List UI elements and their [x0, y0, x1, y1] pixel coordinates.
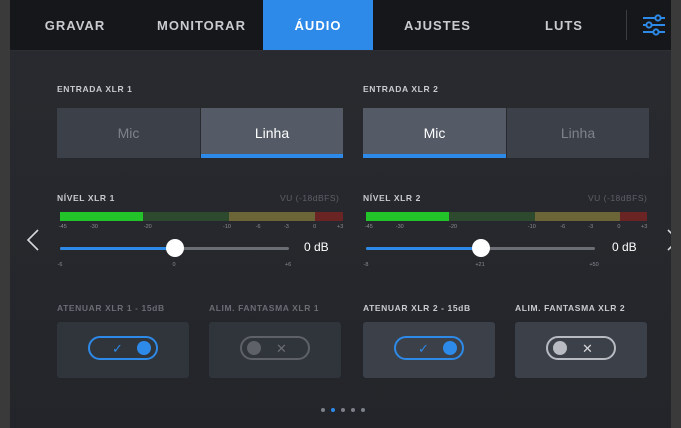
xlr2-attenuate-toggle[interactable]: ✓: [394, 336, 464, 360]
meter-dark-green-segment: [449, 212, 535, 221]
audio-settings-screen: GRAVAR MONITORAR ÁUDIO AJUSTES LUTS ENTR…: [10, 0, 671, 428]
xlr2-mic-button[interactable]: Mic: [363, 108, 506, 158]
xlr1-line-label: Linha: [254, 125, 290, 141]
sliders-settings-icon[interactable]: [641, 12, 667, 38]
meter-tick: +3: [337, 224, 344, 230]
xlr1-scale-mid: 0: [172, 262, 176, 268]
xlr2-mic-label: Mic: [423, 125, 446, 141]
xlr2-phantom-card: ✕: [515, 322, 647, 378]
toggle-knob: [247, 341, 261, 355]
meter-tick: -3: [588, 224, 594, 230]
page-dot[interactable]: [331, 408, 335, 412]
xlr1-mic-label: Mic: [117, 125, 140, 141]
page-dot[interactable]: [321, 408, 325, 412]
meter-tick: -6: [255, 224, 261, 230]
xlr1-meter-scale: -45 -30 -20 -10 -6 -3 0 +3: [58, 224, 344, 232]
xlr2-level-meter: [366, 212, 647, 221]
meter-tick: -20: [143, 224, 152, 230]
chevron-left-icon[interactable]: [26, 228, 40, 252]
xlr2-attenuate-card: ✓: [363, 322, 495, 378]
toggle-knob: [553, 341, 567, 355]
meter-tick: -6: [560, 224, 566, 230]
meter-tick: -45: [364, 224, 373, 230]
page-indicator[interactable]: [321, 408, 365, 414]
xlr2-scale-max: +50: [589, 262, 599, 268]
meter-green-segment: [366, 212, 449, 221]
meter-tick: -20: [449, 224, 458, 230]
xlr1-vu-reference: VU (-18dBFS): [280, 193, 340, 203]
meter-yellow-segment: [535, 212, 620, 221]
xlr2-phantom-toggle[interactable]: ✕: [546, 336, 616, 360]
xlr1-scale-max: +6: [284, 262, 292, 268]
xlr2-vu-reference: VU (-18dBFS): [588, 193, 648, 203]
check-icon: ✓: [112, 341, 123, 356]
meter-tick: -30: [89, 224, 98, 230]
meter-red-segment: [315, 212, 343, 221]
xlr1-attenuate-label: ATENUAR XLR 1 - 15dB: [57, 303, 165, 313]
chevron-right-icon[interactable]: [666, 228, 671, 252]
meter-tick: -10: [527, 224, 536, 230]
meter-yellow-segment: [229, 212, 315, 221]
meter-tick: -30: [395, 224, 404, 230]
xlr2-attenuate-label: ATENUAR XLR 2 - 15dB: [363, 303, 471, 313]
xlr2-scale-min: -8: [363, 262, 369, 268]
xlr2-phantom-label: ALIM. FANTASMA XLR 2: [515, 303, 626, 313]
meter-dark-green-segment: [143, 212, 229, 221]
page-dot[interactable]: [361, 408, 365, 412]
selection-underline: [363, 154, 506, 158]
tab-divider: [626, 10, 627, 40]
meter-tick: +3: [641, 224, 648, 230]
check-icon: ✓: [418, 341, 429, 356]
xlr1-gain-fill: [60, 247, 175, 250]
xlr1-attenuate-card: ✓: [57, 322, 189, 378]
xlr2-gain-knob[interactable]: [472, 239, 490, 257]
meter-tick: -45: [58, 224, 67, 230]
page-dot[interactable]: [341, 408, 345, 412]
page-dot[interactable]: [351, 408, 355, 412]
xlr1-input-label: ENTRADA XLR 1: [57, 84, 133, 94]
xlr2-gain-value: 0 dB: [612, 240, 637, 254]
xlr2-line-label: Linha: [560, 125, 596, 141]
toggle-knob: [443, 341, 457, 355]
tab-luts[interactable]: LUTS: [502, 0, 626, 50]
xlr1-level-meter: [60, 212, 343, 221]
tab-ajustes[interactable]: AJUSTES: [373, 0, 502, 50]
xlr1-phantom-label: ALIM. FANTASMA XLR 1: [209, 303, 320, 313]
tab-bar: GRAVAR MONITORAR ÁUDIO AJUSTES LUTS: [10, 0, 671, 51]
close-icon: ✕: [276, 341, 287, 356]
meter-tick: 0: [617, 224, 621, 230]
toggle-knob: [137, 341, 151, 355]
xlr1-line-button[interactable]: Linha: [201, 108, 343, 158]
xlr1-phantom-toggle[interactable]: ✕: [240, 336, 310, 360]
xlr2-gain-fill: [366, 247, 481, 250]
xlr1-scale-min: -6: [57, 262, 63, 268]
xlr1-level-label: NÍVEL XLR 1: [57, 193, 115, 203]
meter-tick: -3: [283, 224, 289, 230]
selection-underline: [201, 154, 343, 158]
meter-tick: -10: [222, 224, 231, 230]
xlr1-mic-button[interactable]: Mic: [57, 108, 200, 158]
xlr1-attenuate-toggle[interactable]: ✓: [88, 336, 158, 360]
meter-tick: 0: [313, 224, 317, 230]
meter-red-segment: [620, 212, 647, 221]
xlr1-phantom-card: ✕: [209, 322, 341, 378]
xlr2-level-label: NÍVEL XLR 2: [363, 193, 421, 203]
xlr2-input-label: ENTRADA XLR 2: [363, 84, 439, 94]
meter-green-segment: [60, 212, 143, 221]
tab-gravar[interactable]: GRAVAR: [10, 0, 140, 50]
xlr2-meter-scale: -45 -30 -20 -10 -6 -3 0 +3: [364, 224, 648, 232]
tab-monitorar[interactable]: MONITORAR: [140, 0, 263, 50]
xlr1-gain-value: 0 dB: [304, 240, 329, 254]
xlr1-gain-knob[interactable]: [166, 239, 184, 257]
close-icon: ✕: [582, 341, 593, 356]
xlr2-scale-mid: +21: [475, 262, 485, 268]
xlr2-line-button[interactable]: Linha: [507, 108, 649, 158]
tab-audio[interactable]: ÁUDIO: [263, 0, 373, 50]
